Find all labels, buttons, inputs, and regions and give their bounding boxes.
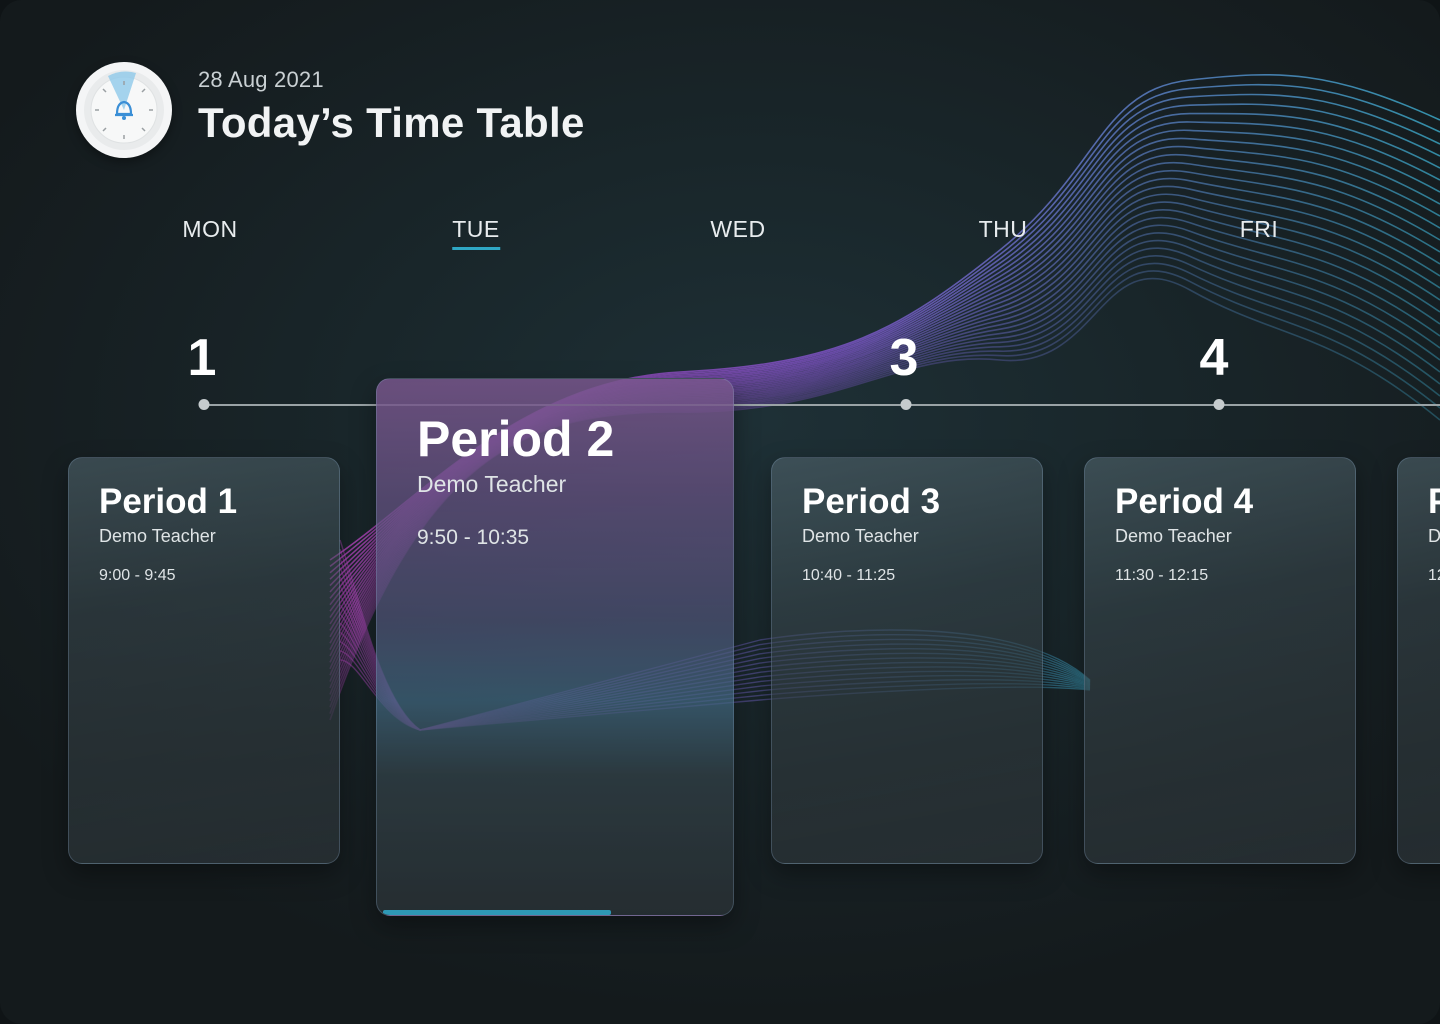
tab-wed[interactable]: WED [710, 216, 765, 247]
period-teacher: Demo Teacher [99, 526, 216, 546]
tab-mon[interactable]: MON [182, 216, 237, 247]
tab-fri[interactable]: FRI [1240, 216, 1279, 247]
timeline-number-4: 4 [1199, 329, 1229, 387]
current-date: 28 Aug 2021 [198, 67, 324, 92]
period-title: Period 3 [802, 482, 941, 521]
period-title: Period 2 [417, 411, 615, 467]
period-card-2-active[interactable]: Period 2 Demo Teacher 9:50 - 10:35 [376, 378, 734, 916]
period-title: P [1428, 484, 1440, 520]
period-time: 9:50 - 10:35 [417, 526, 530, 549]
period-card-1[interactable]: Period 1 Demo Teacher 9:00 - 9:45 [68, 457, 340, 864]
period-card-5-partial[interactable]: P D 12 [1397, 457, 1440, 864]
bell-clock-icon [76, 62, 172, 158]
page-title: Today’s Time Table [198, 99, 585, 146]
period-teacher: Demo Teacher [1115, 526, 1232, 546]
tab-tue[interactable]: TUE [452, 216, 500, 250]
header: 28 Aug 2021 Today’s Time Table [76, 62, 585, 158]
period-card-3[interactable]: Period 3 Demo Teacher 10:40 - 11:25 [771, 457, 1043, 864]
period-time: 10:40 - 11:25 [802, 567, 896, 584]
tab-thu[interactable]: THU [979, 216, 1028, 247]
timeline-dot-1 [198, 399, 210, 410]
period-time: 11:30 - 12:15 [1115, 567, 1209, 584]
period-card-4[interactable]: Period 4 Demo Teacher 11:30 - 12:15 [1084, 457, 1356, 864]
timeline-dot-3 [900, 399, 912, 410]
timeline-dot-4 [1213, 399, 1225, 410]
period-progress-bar [383, 910, 611, 915]
period-teacher: Demo Teacher [802, 526, 919, 546]
period-teacher: D [1428, 526, 1440, 546]
day-tabs: MON TUE WED THU FRI [0, 216, 1440, 256]
period-title: Period 1 [99, 482, 238, 521]
period-teacher: Demo Teacher [417, 471, 567, 497]
timeline-number-3: 3 [889, 329, 919, 387]
app-frame: 28 Aug 2021 Today’s Time Table MON TUE W… [0, 0, 1440, 1024]
period-title: Period 4 [1115, 482, 1254, 521]
timeline-number-1: 1 [187, 329, 217, 387]
period-time: 9:00 - 9:45 [99, 567, 176, 584]
period-time: 12 [1428, 567, 1440, 584]
